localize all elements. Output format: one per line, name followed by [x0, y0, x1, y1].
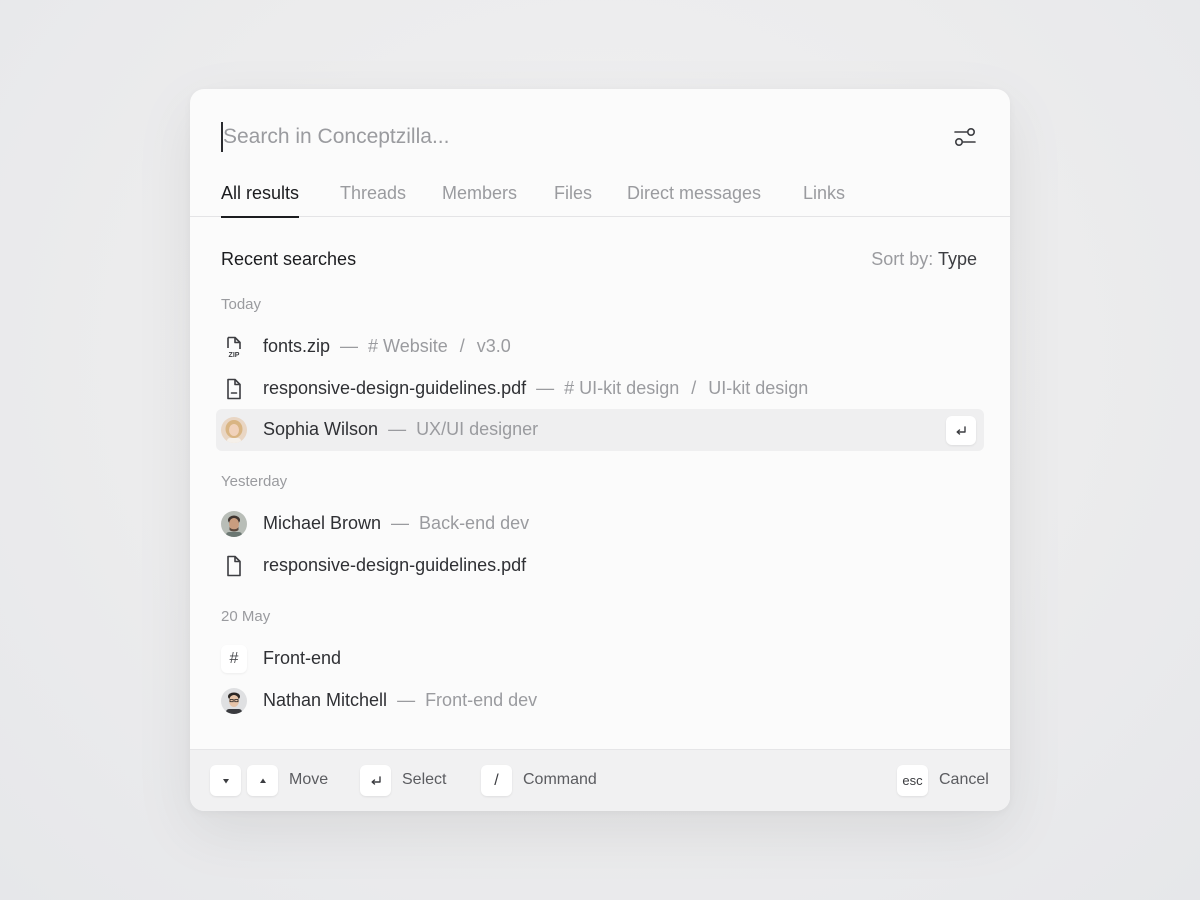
slash-key[interactable]: /	[481, 765, 512, 796]
list-item-selected[interactable]: Sophia Wilson — UX/UI designer	[216, 409, 984, 451]
arrow-up-key[interactable]	[247, 765, 278, 796]
item-channel: # Website	[368, 336, 448, 356]
search-input[interactable]	[221, 119, 921, 155]
search-modal: All results Threads Members Files Direct…	[190, 89, 1010, 811]
item-path: UI-kit design	[708, 378, 809, 398]
separator: —	[388, 419, 407, 439]
tab-files[interactable]: Files	[554, 179, 592, 217]
item-role: Front-end dev	[425, 690, 538, 710]
item-role: Back-end dev	[419, 513, 530, 533]
svg-text:ZIP: ZIP	[229, 352, 240, 359]
avatar	[221, 511, 247, 537]
separator: —	[391, 513, 410, 533]
select-label: Select	[402, 771, 447, 788]
list-item[interactable]: Nathan Mitchell — Front-end dev	[216, 680, 984, 722]
zip-file-icon: ZIP	[221, 334, 247, 360]
list-item[interactable]: Michael Brown — Back-end dev	[216, 503, 984, 545]
item-path: v3.0	[476, 336, 511, 356]
item-role: UX/UI designer	[416, 419, 539, 439]
arrow-down-key[interactable]	[210, 765, 241, 796]
enter-key-hint[interactable]	[946, 416, 976, 445]
tab-links[interactable]: Links	[803, 179, 845, 217]
result-tabs: All results Threads Members Files Direct…	[190, 179, 1010, 218]
sort-label: Sort by:	[871, 249, 934, 269]
cancel-label: Cancel	[939, 771, 989, 788]
keyboard-hints-footer: Move Select / Command esc Cancel	[190, 749, 1010, 811]
item-name: Nathan Mitchell	[263, 690, 388, 710]
esc-key[interactable]: esc	[897, 765, 928, 796]
hash-symbol: #	[221, 645, 247, 673]
item-name: Michael Brown	[263, 513, 382, 533]
tab-members[interactable]: Members	[442, 179, 517, 217]
arrow-down-icon	[222, 778, 229, 783]
section-title: Recent searches	[221, 249, 357, 269]
item-name: Front-end	[263, 648, 342, 668]
file-icon	[221, 553, 247, 579]
sort-selector[interactable]: Sort by: Type	[871, 249, 977, 270]
avatar	[221, 417, 247, 443]
tab-threads[interactable]: Threads	[340, 179, 406, 217]
separator: —	[536, 378, 555, 398]
filter-settings-button[interactable]	[951, 123, 979, 151]
arrow-up-icon	[259, 778, 266, 783]
pdf-file-icon	[221, 376, 247, 402]
return-icon	[956, 425, 966, 435]
list-item[interactable]: responsive-design-guidelines.pdf — # UI-ki…	[216, 368, 984, 410]
move-label: Move	[289, 771, 329, 788]
separator: —	[397, 690, 416, 710]
tab-all-results[interactable]: All results	[221, 179, 300, 218]
separator: —	[340, 336, 359, 356]
item-name: responsive-design-guidelines.pdf	[263, 555, 527, 575]
path-slash: /	[459, 336, 465, 356]
group-label-20-may: 20 May	[221, 608, 271, 625]
enter-key[interactable]	[360, 765, 391, 796]
return-icon	[371, 775, 381, 785]
tab-direct-messages[interactable]: Direct messages	[627, 179, 761, 217]
item-channel: # UI-kit design	[564, 378, 680, 398]
item-name: responsive-design-guidelines.pdf	[263, 378, 527, 398]
path-slash: /	[691, 378, 697, 398]
avatar	[221, 688, 247, 714]
recent-searches-header: Recent searches Sort by: Type	[221, 249, 977, 273]
hash-icon: #	[221, 645, 247, 673]
list-item[interactable]: responsive-design-guidelines.pdf	[216, 545, 984, 587]
group-label-yesterday: Yesterday	[221, 473, 288, 490]
list-item[interactable]: # Front-end	[216, 638, 984, 680]
sort-value: Type	[937, 249, 977, 269]
item-name: Sophia Wilson	[263, 419, 379, 439]
command-label: Command	[523, 771, 597, 788]
sliders-icon	[954, 128, 976, 147]
search-bar	[221, 119, 979, 155]
item-name: fonts.zip	[263, 336, 331, 356]
group-label-today: Today	[221, 296, 262, 313]
list-item[interactable]: ZIP fonts.zip — # Website / v3.0	[216, 326, 984, 368]
